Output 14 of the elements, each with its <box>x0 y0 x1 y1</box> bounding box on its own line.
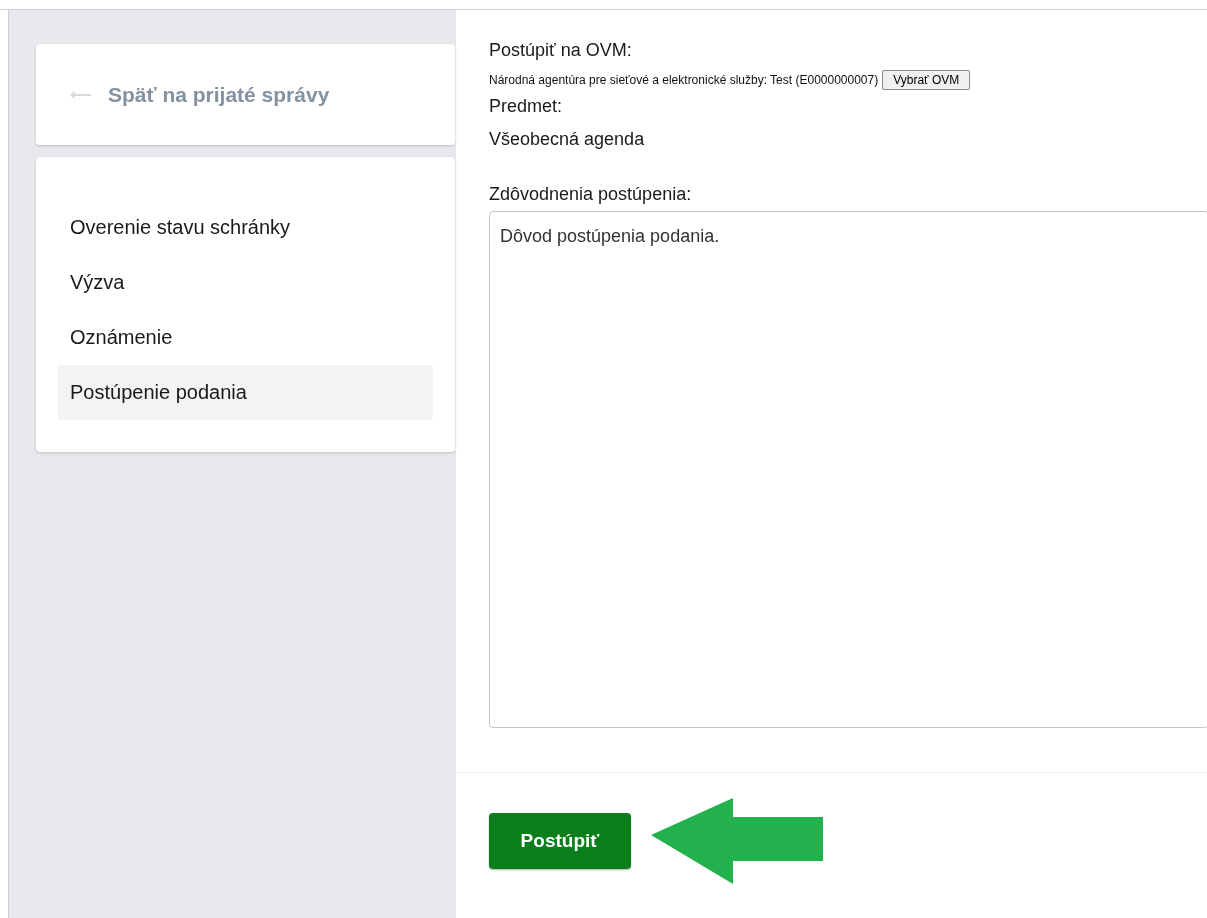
ovm-value: Národná agentúra pre sieťové a elektronické služby: Test (E0000000007) <box>489 73 879 87</box>
subject-label: Predmet: <box>489 96 564 117</box>
ovm-label: Postúpiť na OVM: <box>489 40 633 61</box>
arrow-left-icon <box>70 90 92 99</box>
reason-label: Zdôvodnenia postúpenia: <box>489 184 693 205</box>
submit-button[interactable]: Postúpiť <box>489 812 631 869</box>
reason-field[interactable]: Dôvod postúpenia podania. <box>489 211 1207 728</box>
subject-value: Všeobecná agenda <box>489 129 646 150</box>
menu-item[interactable]: Overenie stavu schránky <box>58 200 433 255</box>
menu-item[interactable]: Výzva <box>58 255 433 310</box>
menu-item[interactable]: Oznámenie <box>58 310 433 365</box>
arrow-left-icon <box>651 795 823 886</box>
select-ovm-button[interactable]: Vybrať OVM <box>882 70 971 90</box>
menu-item[interactable]: Postúpenie podania <box>58 365 433 420</box>
